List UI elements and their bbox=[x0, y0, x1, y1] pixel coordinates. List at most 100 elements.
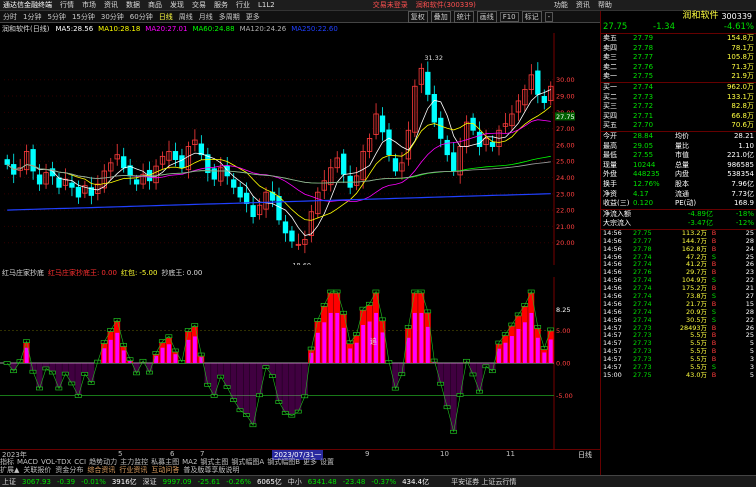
period-30m[interactable]: 30分钟 bbox=[98, 12, 127, 22]
f10-button[interactable]: F10 bbox=[499, 11, 519, 22]
menu-item-sc[interactable]: 市场 bbox=[82, 0, 96, 10]
sell-volume: 105.8万 bbox=[726, 53, 754, 62]
link-edition[interactable]: 普及版尊享版说明 bbox=[183, 465, 239, 475]
tick-row: 14:56 27.77 144.7万 B 28 bbox=[601, 237, 756, 246]
win-button-news[interactable]: 资讯 bbox=[576, 0, 590, 10]
period-1m[interactable]: 1分钟 bbox=[20, 12, 44, 22]
link-qa[interactable]: 互动问答 bbox=[151, 465, 179, 475]
stats-row: 换手 12.76% 股本 7.96亿 bbox=[601, 180, 756, 190]
link-related[interactable]: 关联报价 bbox=[23, 465, 51, 475]
link-funds[interactable]: 资金分布 bbox=[55, 465, 83, 475]
candle-body bbox=[243, 192, 250, 204]
menu-item-hq[interactable]: 行情 bbox=[60, 0, 74, 10]
candle-body bbox=[341, 153, 347, 175]
idx-sh-label[interactable]: 上证 bbox=[2, 477, 16, 487]
tick-side: B bbox=[711, 370, 717, 379]
ma-legend: MA5:28.56 MA10:28.18 MA20:27.01 MA60:24.88 M… bbox=[53, 25, 340, 33]
idx-sz-label[interactable]: 深证 bbox=[143, 477, 157, 487]
period-15m[interactable]: 15分钟 bbox=[69, 12, 98, 22]
period-fs[interactable]: 分时 bbox=[0, 12, 20, 22]
ma-legend-value: 28.56 bbox=[73, 24, 94, 33]
menu-item-fw[interactable]: 服务 bbox=[214, 0, 228, 10]
link-industry[interactable]: 行业资讯 bbox=[119, 465, 147, 475]
period-more[interactable]: 更多 bbox=[243, 12, 263, 22]
menu-item-sp[interactable]: 商品 bbox=[148, 0, 162, 10]
ma-legend-name: MA60: bbox=[192, 24, 215, 33]
mark-button[interactable]: 标记 bbox=[521, 10, 542, 23]
magenta-bar bbox=[315, 332, 320, 363]
sell-price: 27.76 bbox=[633, 62, 654, 71]
login-notice[interactable]: 交易未登录 bbox=[373, 0, 408, 10]
sell-price: 27.79 bbox=[633, 34, 654, 42]
candle-body bbox=[250, 205, 256, 218]
fuquan-button[interactable]: 复权 bbox=[407, 10, 428, 23]
stats-row: 最低 27.55 市值 221.0亿 bbox=[601, 151, 756, 161]
kline-chart[interactable]: 30.0029.0028.0027.0026.0025.0024.0023.00… bbox=[0, 33, 576, 265]
idx-zx-value: 6341.48 bbox=[307, 477, 337, 486]
minus-button[interactable]: - bbox=[544, 11, 554, 22]
magenta-bar bbox=[522, 322, 527, 363]
stat-label: 换手 bbox=[603, 179, 617, 188]
overlay-button[interactable]: 叠加 bbox=[430, 10, 451, 23]
period-month[interactable]: 月线 bbox=[196, 12, 216, 22]
magenta-bar bbox=[121, 350, 126, 363]
period-60m[interactable]: 60分钟 bbox=[127, 12, 156, 22]
tick-row: 14:56 27.74 20.9万 S 28 bbox=[601, 308, 756, 317]
period-5m[interactable]: 5分钟 bbox=[44, 12, 68, 22]
menu-item-sj[interactable]: 数据 bbox=[126, 0, 140, 10]
idx-zx-label[interactable]: 中小 bbox=[288, 477, 302, 487]
indicator-name[interactable]: 红马庄家抄底 bbox=[2, 268, 44, 278]
stat-value: 12.76% bbox=[633, 179, 660, 188]
tick-row: 14:56 27.74 21.7万 B 15 bbox=[601, 300, 756, 309]
menu-item-fx[interactable]: 发现 bbox=[170, 0, 184, 10]
magenta-bar bbox=[361, 324, 366, 363]
tick-count: 5 bbox=[749, 370, 754, 379]
tick-row: 14:56 27.74 41.2万 B 26 bbox=[601, 261, 756, 269]
menu-item-jy[interactable]: 交易 bbox=[192, 0, 206, 10]
link-news[interactable]: 综合资讯 bbox=[87, 465, 115, 475]
stat-label: 外盘 bbox=[603, 170, 617, 179]
tick-row: 14:56 27.74 47.2万 S 25 bbox=[601, 253, 756, 262]
candle-body bbox=[133, 179, 140, 185]
buy-level-label: 买一 bbox=[603, 82, 617, 91]
candle-body bbox=[69, 182, 75, 188]
neg-bar bbox=[275, 363, 282, 403]
stats-row: 现量 10244 总量 986585 bbox=[601, 161, 756, 171]
period-week[interactable]: 周线 bbox=[176, 12, 196, 22]
win-button-help[interactable]: 帮助 bbox=[598, 0, 612, 10]
flow-label: 净流入额 bbox=[603, 209, 631, 218]
sell-volume: 21.9万 bbox=[731, 72, 754, 81]
sell-price: 27.78 bbox=[633, 43, 654, 52]
period-multi[interactable]: 多周期 bbox=[216, 12, 243, 22]
sell-level-label: 卖二 bbox=[603, 62, 617, 71]
broker-status[interactable]: 平安证券 上证云行情 bbox=[451, 477, 516, 487]
candle-body bbox=[425, 71, 431, 95]
tick-row: 14:56 27.75 113.2万 B 25 bbox=[601, 229, 756, 238]
stat-label: 最高 bbox=[603, 141, 617, 150]
y-tick-label: 20.00 bbox=[556, 239, 575, 247]
menu-item-hy[interactable]: 行业 bbox=[236, 0, 250, 10]
stat-value: 7.73亿 bbox=[731, 189, 754, 198]
menu-item-l1l2[interactable]: L1L2 bbox=[258, 1, 275, 9]
magenta-bar bbox=[328, 312, 333, 363]
tick-row: 15:00 27.75 43.0万 B 5 bbox=[601, 370, 756, 380]
y-tick-label: 29.00 bbox=[556, 93, 575, 101]
high-annotation: 31.32 bbox=[424, 54, 443, 62]
candle-body bbox=[289, 230, 295, 242]
menu-item-zx[interactable]: 资讯 bbox=[104, 0, 118, 10]
stat-value: 27.55 bbox=[633, 151, 654, 160]
stats-button[interactable]: 统计 bbox=[453, 10, 474, 23]
neg-bar bbox=[456, 363, 464, 395]
indicator-chart[interactable]: 8.25 5.00 0.00 -5.00 追 bbox=[0, 277, 576, 449]
buy-volume: 962.0万 bbox=[726, 82, 754, 91]
buy-row: 买一 27.74 962.0万 bbox=[601, 83, 756, 93]
step-box bbox=[3, 361, 11, 365]
win-button-func[interactable]: 功能 bbox=[554, 0, 568, 10]
draw-button[interactable]: 画线 bbox=[476, 10, 497, 23]
neg-bar bbox=[269, 363, 276, 377]
period-day[interactable]: 日线 bbox=[156, 12, 176, 22]
price-tag: 27.75 bbox=[556, 113, 575, 121]
tick-row: 14:56 27.74 175.2万 B 21 bbox=[601, 284, 756, 293]
expand-link[interactable]: 扩展▲ bbox=[0, 465, 19, 475]
magenta-bar bbox=[425, 326, 430, 363]
